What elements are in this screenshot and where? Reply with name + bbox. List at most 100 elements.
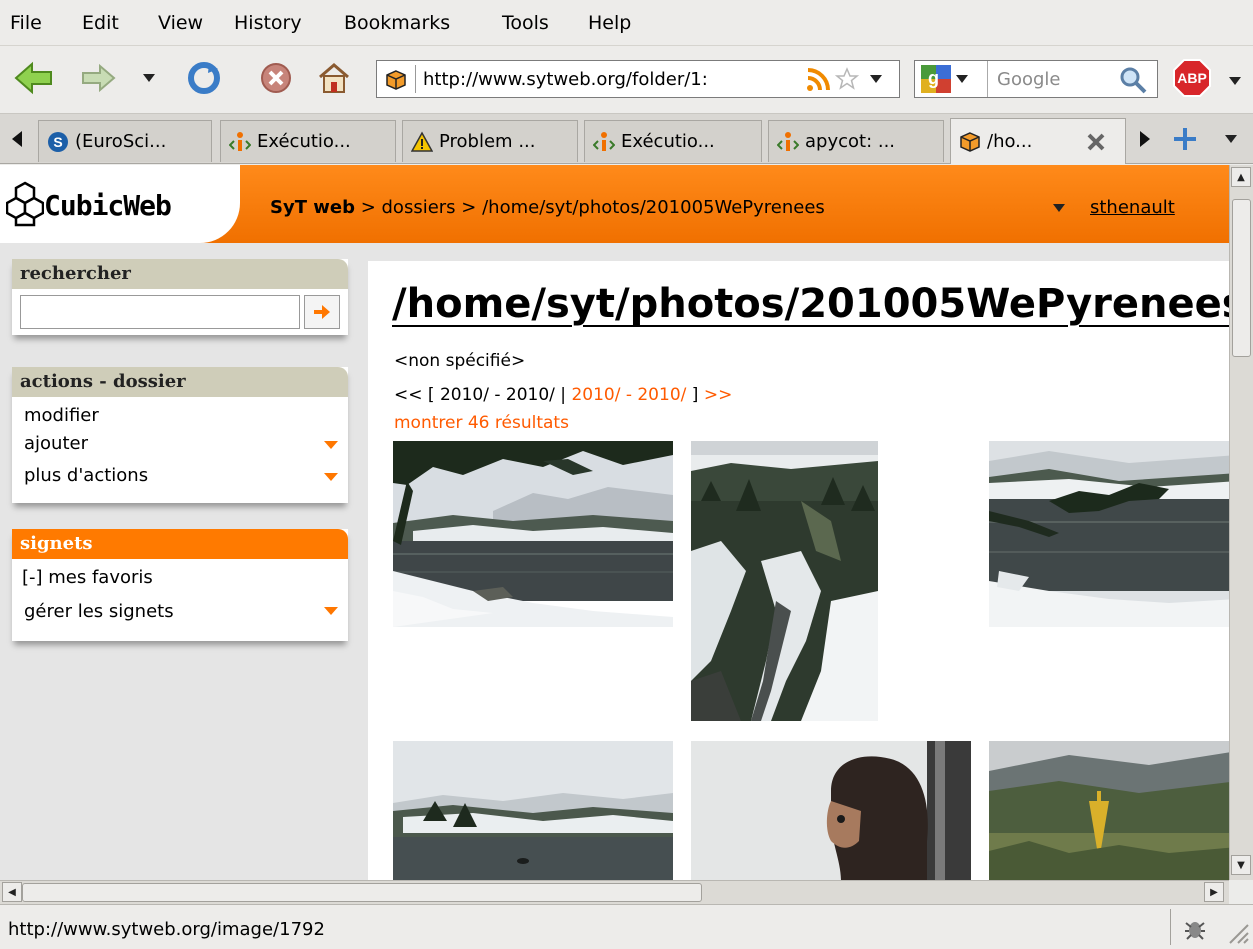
resize-grip-icon[interactable] [1226,921,1250,945]
photo-thumbnail[interactable] [691,441,878,721]
adblock-label: ABP [1177,70,1207,86]
tab-list-dropdown-icon[interactable] [1224,134,1238,144]
url-text: http://www.sytweb.org/folder/1: [423,69,708,90]
adblock-button[interactable]: ABP [1168,58,1216,98]
user-link[interactable]: sthenault [1090,197,1175,218]
photo-thumbnail[interactable] [989,441,1229,627]
menu-bookmarks[interactable]: Bookmarks [344,12,450,34]
bookmark-label: gérer les signets [24,601,174,622]
tab-execution-1[interactable]: Exécutio... [220,120,396,162]
photo-thumbnail[interactable] [691,741,971,880]
google-engine-icon[interactable]: g [921,65,951,93]
action-more-link[interactable]: plus d'actions [12,461,348,493]
breadcrumb-folders-link[interactable]: dossiers [382,197,456,218]
rss-feed-icon[interactable] [805,67,831,93]
search-input[interactable] [20,295,300,329]
scroll-right-button[interactable]: ▶ [1204,882,1224,902]
url-dropdown-icon[interactable] [869,74,883,84]
new-tab-plus-icon[interactable] [1172,126,1198,152]
tab-problem[interactable]: Problem ... [402,120,578,162]
dropdown-triangle-icon [324,473,338,481]
pager-next-range-link[interactable]: 2010/ - 2010/ [571,385,686,405]
pager: << [ 2010/ - 2010/ | 2010/ - 2010/ ] >> [394,385,732,405]
user-menu-chevron-down-icon[interactable] [1052,203,1066,213]
logo-text: CubicWeb [44,189,172,222]
scroll-down-button[interactable]: ▼ [1231,855,1251,875]
action-add-link[interactable]: ajouter [12,429,348,461]
search-submit-button[interactable] [304,295,340,329]
photo-thumbnail[interactable] [989,741,1229,880]
menu-tools[interactable]: Tools [502,12,549,34]
pager-next-link[interactable]: >> [704,385,733,405]
reload-button[interactable] [184,58,224,98]
magnifier-icon[interactable] [1119,66,1147,94]
show-all-results-link[interactable]: montrer 46 résultats [394,413,569,433]
tab-execution-2[interactable]: Exécutio... [584,120,762,162]
bookmarks-box: signets [-] mes favoris gérer les signet… [12,529,348,641]
tab-eurosci[interactable]: S (EuroSci... [38,120,212,162]
scroll-up-button[interactable]: ▲ [1231,167,1251,187]
site-header: CubicWeb SyT web > dossiers > /home/syt/… [0,165,1229,243]
breadcrumb-separator: > [455,197,483,218]
logo[interactable]: CubicWeb [0,165,240,243]
search-bar[interactable]: g Google [914,60,1158,98]
vertical-scroll-thumb[interactable] [1232,199,1251,357]
reload-icon [188,62,220,94]
tab-home-folder[interactable]: /ho... [950,118,1126,164]
stop-button[interactable] [256,58,296,98]
forward-button[interactable] [78,58,118,98]
warning-icon [411,130,433,153]
horizontal-scrollbar[interactable]: ◀ ▶ [0,880,1229,904]
menu-view[interactable]: View [158,12,203,34]
actions-box-title: actions - dossier [12,367,348,397]
s-icon: S [47,131,69,153]
close-tab-icon[interactable] [1085,131,1107,153]
dropdown-triangle-icon [324,441,338,449]
status-bar: http://www.sytweb.org/image/1792 [0,904,1253,949]
manage-bookmarks-link[interactable]: gérer les signets [12,591,348,623]
engine-dropdown-icon[interactable] [955,74,969,84]
status-divider [1170,909,1171,945]
arrow-right-icon [314,305,330,319]
search-box: rechercher [12,259,348,335]
tab-label: (EuroSci... [75,131,167,152]
action-modify-link[interactable]: modifier [12,397,348,429]
horizontal-scroll-thumb[interactable] [22,883,702,902]
tab-apycot[interactable]: apycot: ... [768,120,944,162]
cube-icon [959,131,981,153]
breadcrumb: SyT web > dossiers > /home/syt/photos/20… [270,197,825,218]
action-label: modifier [24,405,99,426]
toolbar-overflow-icon[interactable] [1228,76,1242,86]
tab-label: /ho... [987,131,1033,152]
menu-edit[interactable]: Edit [82,12,119,34]
pager-prev-link[interactable]: << [394,385,423,405]
photo-thumbnail[interactable] [393,741,673,880]
back-button[interactable] [14,58,54,98]
menu-file[interactable]: File [10,12,42,34]
page-viewport: CubicWeb SyT web > dossiers > /home/syt/… [0,165,1229,880]
menu-history[interactable]: History [234,12,302,34]
main-content: /home/syt/photos/201005WePyrenees <non s… [368,261,1229,880]
url-bar[interactable]: http://www.sytweb.org/folder/1: [376,60,900,98]
breadcrumb-site-link[interactable]: SyT web [270,197,355,218]
home-button[interactable] [314,58,354,98]
tabs-scroll-left-icon[interactable] [10,130,24,148]
apycot-icon [593,131,615,153]
forward-arrow-icon [82,63,116,93]
history-dropdown-button[interactable] [134,58,164,98]
my-favorites-link[interactable]: [-] mes favoris [12,559,348,591]
svg-text:S: S [53,134,62,150]
vertical-scrollbar[interactable]: ▲ ▼ [1229,165,1253,880]
action-label: ajouter [24,433,88,454]
bookmark-star-icon[interactable] [835,67,859,91]
menu-help[interactable]: Help [588,12,631,34]
apycot-icon [229,131,251,153]
bookmark-label: [-] mes favoris [22,567,153,588]
photo-thumbnail[interactable] [393,441,673,627]
apycot-icon [777,131,799,153]
pager-bracket: [ [422,385,440,405]
search-box-title: rechercher [12,259,348,289]
bug-icon[interactable] [1182,915,1208,941]
tabs-scroll-right-icon[interactable] [1138,130,1152,148]
scroll-left-button[interactable]: ◀ [2,882,22,902]
